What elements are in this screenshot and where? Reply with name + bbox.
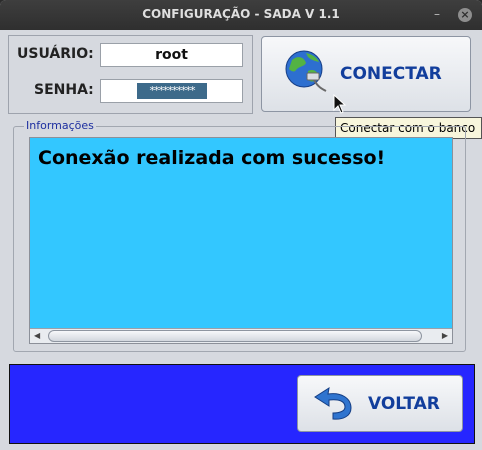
password-selection: ********** (137, 83, 207, 99)
scrollbar-thumb[interactable] (48, 330, 422, 342)
globe-network-icon (285, 50, 327, 92)
title-bar: CONFIGURAÇÃO - SADA V 1.1 – × (0, 0, 482, 30)
scroll-right-arrow-icon[interactable]: ▶ (442, 331, 448, 340)
back-button[interactable]: VOLTAR (297, 375, 463, 432)
back-button-label: VOLTAR (368, 394, 440, 414)
info-legend: Informações (24, 119, 96, 132)
scroll-left-arrow-icon[interactable]: ◀ (34, 331, 40, 340)
mouse-cursor-icon (333, 94, 347, 114)
horizontal-scrollbar[interactable]: ◀ ▶ (30, 328, 452, 343)
app-window: CONFIGURAÇÃO - SADA V 1.1 – × USUÁRIO: r… (0, 0, 482, 450)
login-panel: USUÁRIO: root SENHA: ********** (8, 35, 253, 114)
connect-button-label: CONECTAR (340, 64, 442, 84)
minimize-icon[interactable]: – (430, 8, 444, 22)
password-label: SENHA: (34, 82, 94, 98)
undo-arrow-icon (314, 386, 352, 420)
connect-button[interactable]: CONECTAR (261, 36, 471, 112)
user-label: USUÁRIO: (17, 46, 94, 62)
close-icon[interactable]: × (458, 8, 472, 22)
info-message: Conexão realizada com sucesso! (38, 147, 386, 169)
window-title: CONFIGURAÇÃO - SADA V 1.1 (142, 7, 340, 21)
info-text-area[interactable]: Conexão realizada com sucesso! ◀ ▶ (29, 137, 453, 344)
password-field[interactable]: ********** (100, 79, 243, 103)
user-field[interactable]: root (100, 43, 243, 67)
